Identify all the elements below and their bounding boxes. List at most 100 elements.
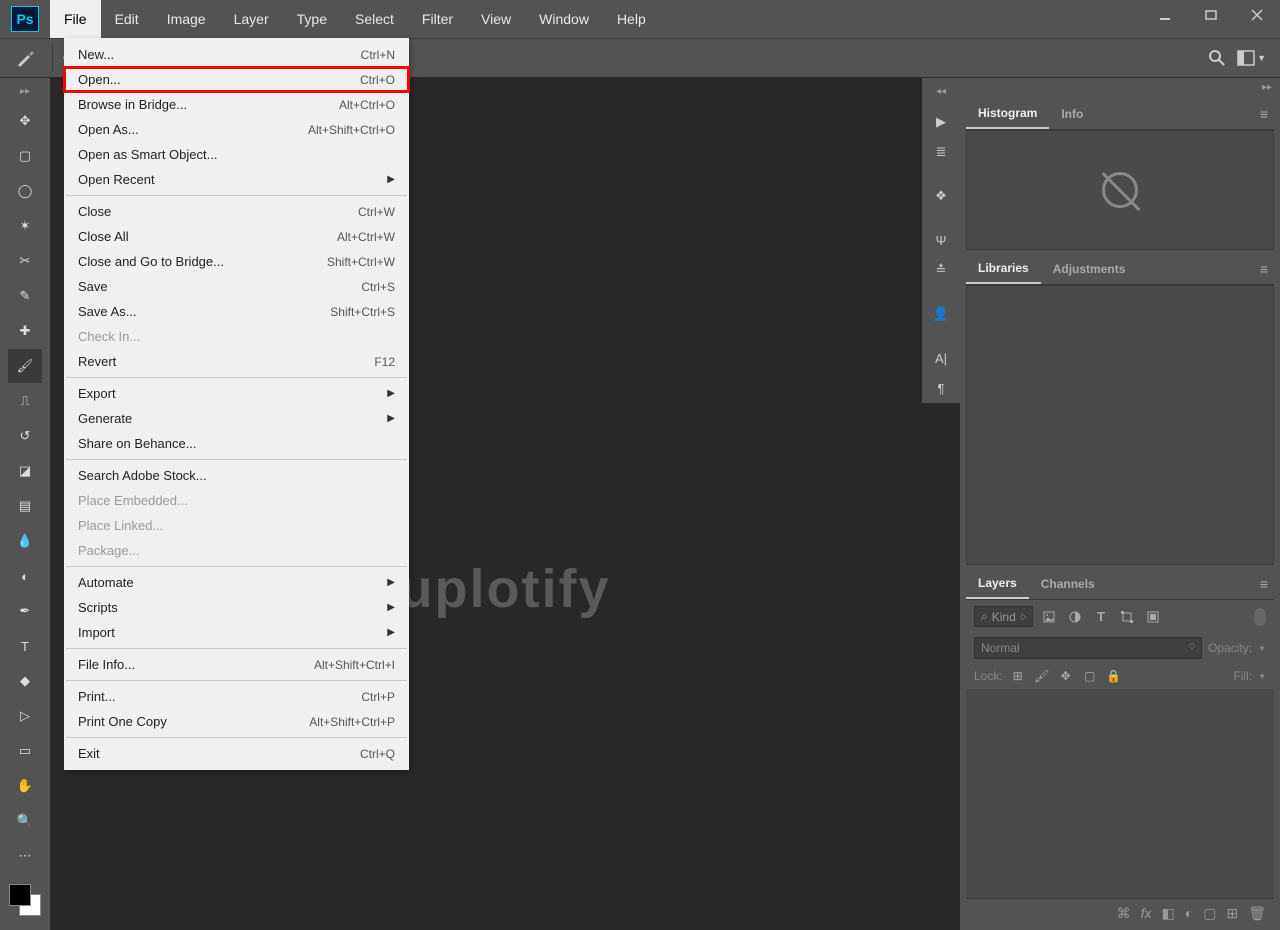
clone-icon[interactable]: 👤 [926, 299, 956, 329]
menu-image[interactable]: Image [153, 0, 220, 38]
type-tool[interactable]: T [8, 629, 42, 663]
maximize-button[interactable] [1188, 0, 1234, 30]
menu-item-close-all[interactable]: Close AllAlt+Ctrl+W [64, 224, 409, 249]
healing-tool[interactable]: ✚ [8, 314, 42, 348]
menu-item-open[interactable]: Open...Ctrl+O [64, 67, 409, 92]
tab-libraries[interactable]: Libraries [966, 254, 1041, 284]
gradient-tool[interactable]: ▤ [8, 489, 42, 523]
tab-info[interactable]: Info [1049, 100, 1095, 128]
menu-edit[interactable]: Edit [101, 0, 153, 38]
group-icon[interactable]: ▢ [1203, 905, 1216, 922]
brush-tool[interactable]: 🖌 [8, 349, 42, 383]
layer-filter-kind[interactable]: ⌕ Kind ◇ [974, 606, 1033, 627]
menu-item-print[interactable]: Print...Ctrl+P [64, 684, 409, 709]
zoom-tool[interactable]: 🔍 [8, 804, 42, 838]
menu-item-close-and-go-to-bridge[interactable]: Close and Go to Bridge...Shift+Ctrl+W [64, 249, 409, 274]
lock-transparency-icon[interactable]: ⊞ [1009, 667, 1027, 685]
view-mode-toggle[interactable]: ▼ [1237, 50, 1266, 66]
eraser-tool[interactable]: ◪ [8, 454, 42, 488]
menu-item-revert[interactable]: RevertF12 [64, 349, 409, 374]
play-icon[interactable]: ▶ [926, 107, 956, 137]
panel-menu-icon[interactable]: ≡ [1260, 106, 1268, 122]
menu-item-automate[interactable]: Automate▶ [64, 570, 409, 595]
menu-item-import[interactable]: Import▶ [64, 620, 409, 645]
menu-item-save-as[interactable]: Save As...Shift+Ctrl+S [64, 299, 409, 324]
menu-item-scripts[interactable]: Scripts▶ [64, 595, 409, 620]
menu-item-open-as[interactable]: Open As...Alt+Shift+Ctrl+O [64, 117, 409, 142]
eyedropper-tool[interactable]: ✎ [8, 279, 42, 313]
move-tool[interactable]: ✥ [8, 104, 42, 138]
lock-position-icon[interactable]: ✥ [1057, 667, 1075, 685]
paragraph-icon[interactable]: ¶ [926, 373, 956, 403]
lock-image-icon[interactable]: 🖌 [1033, 667, 1051, 685]
minimize-button[interactable] [1142, 0, 1188, 30]
tab-layers[interactable]: Layers [966, 569, 1029, 599]
chevron-down-icon[interactable]: ▼ [1258, 672, 1266, 681]
crop-tool[interactable]: ✂ [8, 244, 42, 278]
menu-item-open-recent[interactable]: Open Recent▶ [64, 167, 409, 192]
adjustment-layer-icon[interactable]: ◐ [1185, 905, 1193, 922]
panel-menu-icon[interactable]: ≡ [1260, 576, 1268, 592]
tab-channels[interactable]: Channels [1029, 570, 1107, 598]
menu-item-open-as-smart-object[interactable]: Open as Smart Object... [64, 142, 409, 167]
foreground-background-swatches[interactable] [7, 882, 43, 918]
menu-item-exit[interactable]: ExitCtrl+Q [64, 741, 409, 766]
menu-file[interactable]: File [50, 0, 101, 38]
collapse-icon[interactable]: ▸▸ [20, 86, 30, 97]
menu-item-share-on-behance[interactable]: Share on Behance... [64, 431, 409, 456]
menu-item-close[interactable]: CloseCtrl+W [64, 199, 409, 224]
filter-smart-icon[interactable] [1143, 607, 1163, 627]
filter-type-icon[interactable]: T [1091, 607, 1111, 627]
menu-item-search-adobe-stock[interactable]: Search Adobe Stock... [64, 463, 409, 488]
close-button[interactable] [1234, 0, 1280, 30]
hand-tool[interactable]: ✋ [8, 769, 42, 803]
search-icon[interactable] [1208, 49, 1226, 67]
tab-adjustments[interactable]: Adjustments [1041, 255, 1138, 283]
history-icon[interactable]: ≣ [926, 137, 956, 167]
menu-item-print-one-copy[interactable]: Print One CopyAlt+Shift+Ctrl+P [64, 709, 409, 734]
link-layers-icon[interactable]: ⌘ [1117, 905, 1131, 922]
menu-type[interactable]: Type [283, 0, 341, 38]
history-brush-tool[interactable]: ↺ [8, 419, 42, 453]
quick-select-tool[interactable]: ✶ [8, 209, 42, 243]
tab-histogram[interactable]: Histogram [966, 99, 1049, 129]
lock-all-icon[interactable]: 🔒 [1105, 667, 1123, 685]
menu-item-export[interactable]: Export▶ [64, 381, 409, 406]
blend-mode-dropdown[interactable]: Normal◇ [974, 637, 1202, 659]
menu-item-save[interactable]: SaveCtrl+S [64, 274, 409, 299]
path-select-tool[interactable]: ◆ [8, 664, 42, 698]
menu-layer[interactable]: Layer [220, 0, 283, 38]
shape-tool[interactable]: ▭ [8, 734, 42, 768]
menu-window[interactable]: Window [525, 0, 603, 38]
lasso-tool[interactable]: ◯ [8, 174, 42, 208]
filter-toggle[interactable] [1254, 608, 1266, 626]
menu-item-browse-in-bridge[interactable]: Browse in Bridge...Alt+Ctrl+O [64, 92, 409, 117]
menu-view[interactable]: View [467, 0, 525, 38]
character-icon[interactable]: A| [926, 343, 956, 373]
panel-menu-icon[interactable]: ≡ [1260, 261, 1268, 277]
collapse-icon[interactable]: ◂◂ [936, 86, 946, 97]
stamp-tool[interactable]: ⎍ [8, 384, 42, 418]
direct-select-tool[interactable]: ▷ [8, 699, 42, 733]
filter-pixel-icon[interactable] [1039, 607, 1059, 627]
collapse-icon[interactable]: ▸▸ [1254, 78, 1280, 97]
layer-style-icon[interactable]: fx [1141, 905, 1152, 922]
edit-toolbar[interactable]: ⋯ [8, 839, 42, 873]
new-layer-icon[interactable]: ⊞ [1226, 905, 1238, 922]
pen-tool[interactable]: ✒ [8, 594, 42, 628]
menu-item-file-info[interactable]: File Info...Alt+Shift+Ctrl+I [64, 652, 409, 677]
dodge-tool[interactable]: ◐ [8, 559, 42, 593]
menu-item-generate[interactable]: Generate▶ [64, 406, 409, 431]
adjust-icon[interactable]: ≛ [926, 255, 956, 285]
filter-shape-icon[interactable] [1117, 607, 1137, 627]
delete-layer-icon[interactable]: 🗑 [1248, 905, 1266, 922]
menu-select[interactable]: Select [341, 0, 408, 38]
chevron-down-icon[interactable]: ▼ [1258, 644, 1266, 653]
3d-icon[interactable]: ❖ [926, 181, 956, 211]
brushes-icon[interactable]: Ψ [926, 225, 956, 255]
blur-tool[interactable]: 💧 [8, 524, 42, 558]
marquee-tool[interactable]: ▢ [8, 139, 42, 173]
menu-filter[interactable]: Filter [408, 0, 467, 38]
menu-item-new[interactable]: New...Ctrl+N [64, 42, 409, 67]
menu-help[interactable]: Help [603, 0, 660, 38]
